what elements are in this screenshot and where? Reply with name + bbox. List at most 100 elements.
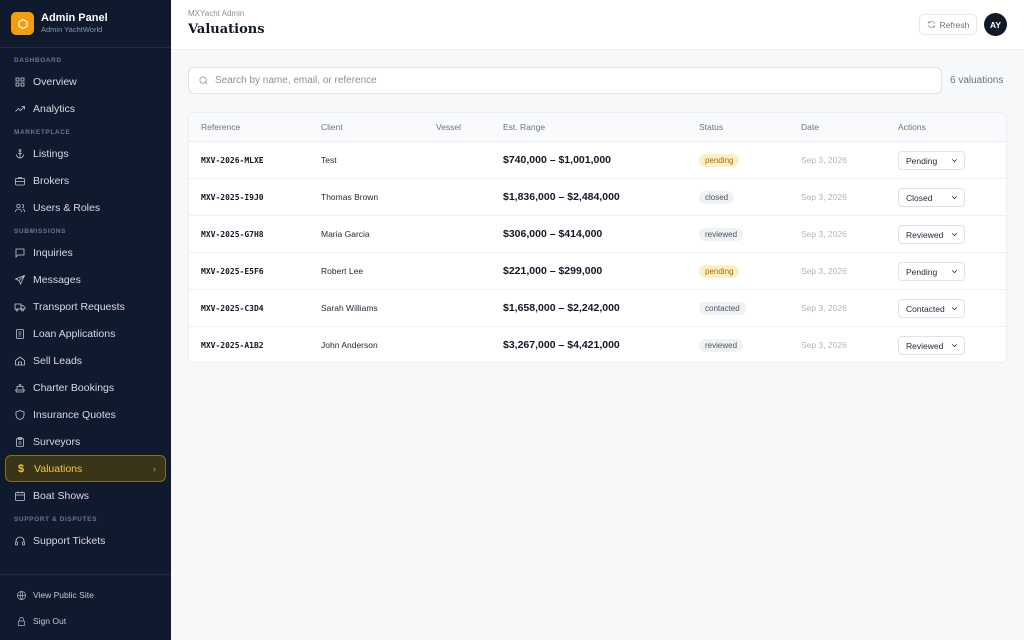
clipboard-icon xyxy=(14,436,26,448)
trend-icon xyxy=(14,103,26,115)
sidebar-item-analytics[interactable]: Analytics xyxy=(0,95,171,122)
brand-subtitle: Admin YachtWorld xyxy=(41,25,103,34)
view-public-site-link[interactable]: View Public Site xyxy=(0,582,171,608)
shield-icon xyxy=(14,409,26,421)
range-cell: $740,000 – $1,001,000 xyxy=(503,154,612,166)
client-cell: Test xyxy=(321,155,337,165)
status-select-value: Contacted xyxy=(906,303,945,314)
client-cell: John Anderson xyxy=(321,340,378,350)
search-icon xyxy=(199,76,208,85)
truck-icon xyxy=(14,301,26,313)
sidebar-item-label: Insurance Quotes xyxy=(33,408,116,421)
avatar[interactable]: AY xyxy=(984,13,1007,36)
sidebar-item-label: Support Tickets xyxy=(33,534,106,547)
status-select[interactable]: Pending xyxy=(898,151,965,170)
status-select-value: Closed xyxy=(906,192,933,203)
sidebar-item-charter-bookings[interactable]: Charter Bookings xyxy=(0,374,171,401)
table-row[interactable]: MXV-2025-E5F6 Robert Lee $221,000 – $299,0… xyxy=(189,253,1006,290)
sidebar-footer: View Public Site Sign Out xyxy=(0,574,171,640)
table-row[interactable]: MXV-2025-C3D4 Sarah Williams $1,658,000 – … xyxy=(189,290,1006,327)
refresh-button[interactable]: Refresh xyxy=(919,14,977,35)
status-select[interactable]: Reviewed xyxy=(898,225,965,244)
status-badge: reviewed xyxy=(699,228,744,241)
footer-link-label: Sign Out xyxy=(33,616,67,626)
sidebar-item-messages[interactable]: Messages xyxy=(0,266,171,293)
status-select[interactable]: Contacted xyxy=(898,299,965,318)
reference-cell: MXV-2025-A1B2 xyxy=(201,341,264,350)
page-header: MXYacht Admin Valuations Refresh AY xyxy=(171,0,1024,50)
brand-logo-icon xyxy=(11,12,34,35)
grid-icon xyxy=(14,76,26,88)
table-body: MXV-2026-MLXE Test $740,000 – $1,001,000 pe… xyxy=(189,142,1006,362)
sidebar-item-sell-leads[interactable]: Sell Leads xyxy=(0,347,171,374)
sidebar-item-label: Inquiries xyxy=(33,246,73,259)
table-row[interactable]: MXV-2025-A1B2 John Anderson $3,267,000 – $… xyxy=(189,327,1006,362)
sidebar-item-listings[interactable]: Listings xyxy=(0,140,171,167)
column-header: Status xyxy=(699,122,724,132)
sidebar-item-label: Users & Roles xyxy=(33,201,101,214)
sidebar-item-label: Brokers xyxy=(33,174,70,187)
reference-cell: MXV-2025-I9J0 xyxy=(201,193,264,202)
status-badge: reviewed xyxy=(699,339,744,352)
sidebar-item-transport-requests[interactable]: Transport Requests xyxy=(0,293,171,320)
sidebar-item-support-tickets[interactable]: Support Tickets xyxy=(0,527,171,554)
range-cell: $306,000 – $414,000 xyxy=(503,228,603,240)
status-select-value: Reviewed xyxy=(906,229,944,240)
sidebar-item-label: Listings xyxy=(33,147,69,160)
table-row[interactable]: MXV-2025-I9J0 Thomas Brown $1,836,000 – $2… xyxy=(189,179,1006,216)
reference-cell: MXV-2025-G7H8 xyxy=(201,230,264,239)
section-label: DASHBOARD xyxy=(14,57,62,64)
globe-icon xyxy=(17,590,26,600)
calendar-icon xyxy=(14,490,26,502)
status-select-value: Reviewed xyxy=(906,340,944,351)
sidebar-item-loan-applications[interactable]: Loan Applications xyxy=(0,320,171,347)
sidebar-item-surveyors[interactable]: Surveyors xyxy=(0,428,171,455)
client-cell: Sarah Williams xyxy=(321,303,378,313)
sidebar-item-users-roles[interactable]: Users & Roles xyxy=(0,194,171,221)
message-square-icon xyxy=(14,247,26,259)
status-badge: pending xyxy=(699,154,740,167)
column-header: Reference xyxy=(201,122,241,132)
table-row[interactable]: MXV-2025-G7H8 Maria Garcia $306,000 – $414… xyxy=(189,216,1006,253)
date-cell: Sep 3, 2026 xyxy=(801,303,847,313)
chevron-down-icon xyxy=(950,156,959,165)
sidebar-item-insurance-quotes[interactable]: Insurance Quotes xyxy=(0,401,171,428)
users-icon xyxy=(14,202,26,214)
chevron-right-icon: › xyxy=(153,463,156,474)
range-cell: $1,658,000 – $2,242,000 xyxy=(503,302,620,314)
sidebar-item-label: Overview xyxy=(33,75,77,88)
status-badge: closed xyxy=(699,191,735,204)
date-cell: Sep 3, 2026 xyxy=(801,340,847,350)
section-label: SUPPORT & DISPUTES xyxy=(14,516,98,523)
search-box[interactable] xyxy=(188,67,942,94)
sign-out-link[interactable]: Sign Out xyxy=(0,608,171,634)
sidebar-item-overview[interactable]: Overview xyxy=(0,68,171,95)
status-select[interactable]: Closed xyxy=(898,188,965,207)
client-cell: Maria Garcia xyxy=(321,229,370,239)
table-row[interactable]: MXV-2026-MLXE Test $740,000 – $1,001,000 pe… xyxy=(189,142,1006,179)
status-select[interactable]: Reviewed xyxy=(898,336,965,355)
status-select[interactable]: Pending xyxy=(898,262,965,281)
date-cell: Sep 3, 2026 xyxy=(801,229,847,239)
home-icon xyxy=(14,355,26,367)
footer-link-label: View Public Site xyxy=(33,590,94,600)
sidebar-item-label: Analytics xyxy=(33,102,76,115)
range-cell: $3,267,000 – $4,421,000 xyxy=(503,339,620,351)
column-header: Est. Range xyxy=(503,122,546,132)
sidebar-item-label: Loan Applications xyxy=(33,327,116,340)
chevron-down-icon xyxy=(950,341,959,350)
reference-cell: MXV-2026-MLXE xyxy=(201,156,264,165)
sidebar: Admin Panel Admin YachtWorld DASHBOARD Ov… xyxy=(0,0,171,640)
lock-icon xyxy=(17,616,26,626)
section-label: MARKETPLACE xyxy=(14,129,71,136)
search-input[interactable] xyxy=(215,75,915,86)
sidebar-item-brokers[interactable]: Brokers xyxy=(0,167,171,194)
sidebar-item-valuations[interactable]: $ Valuations › xyxy=(5,455,166,482)
column-header: Vessel xyxy=(436,122,462,132)
sidebar-item-inquiries[interactable]: Inquiries xyxy=(0,239,171,266)
date-cell: Sep 3, 2026 xyxy=(801,266,847,276)
refresh-label: Refresh xyxy=(939,19,970,30)
sidebar-item-boat-shows[interactable]: Boat Shows xyxy=(0,482,171,509)
breadcrumb[interactable]: MXYacht Admin xyxy=(188,9,244,18)
column-header: Actions xyxy=(898,122,926,132)
